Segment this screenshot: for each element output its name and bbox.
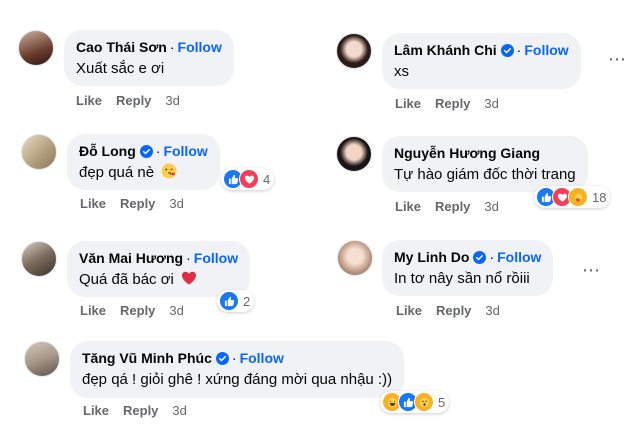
- like-button[interactable]: Like: [76, 93, 102, 108]
- avatar[interactable]: [24, 341, 60, 377]
- reply-button[interactable]: Reply: [436, 303, 471, 318]
- timestamp[interactable]: 3d: [169, 303, 183, 318]
- reply-button[interactable]: Reply: [123, 403, 158, 418]
- comment-actions: Like Reply 3d: [396, 303, 500, 318]
- comment-actions: Like Reply 3d: [83, 403, 187, 418]
- comment-bubble: Văn Mai Hương · Follow Quá đã bác ơi: [67, 241, 251, 297]
- follow-button[interactable]: Follow: [163, 142, 207, 160]
- comment-bubble: Đỗ Long · Follow đẹp quá nè: [67, 134, 220, 190]
- follow-button[interactable]: Follow: [194, 249, 238, 267]
- separator-dot: ·: [231, 350, 237, 366]
- comment-text: Xuất sắc e ơi: [76, 60, 165, 77]
- timestamp[interactable]: 3d: [165, 93, 179, 108]
- comment-actions: Like Reply 3d: [80, 303, 184, 318]
- follow-button[interactable]: Follow: [178, 38, 222, 56]
- comment-bubble: Cao Thái Sơn · Follow Xuất sắc e ơi: [64, 30, 234, 86]
- reaction-count: 2: [243, 293, 251, 309]
- wow-reaction-icon: [414, 392, 434, 412]
- avatar[interactable]: [21, 241, 57, 277]
- timestamp[interactable]: 3d: [484, 96, 498, 111]
- comment-actions: Like Reply 3d: [395, 199, 499, 214]
- reply-button[interactable]: Reply: [120, 303, 155, 318]
- separator-dot: ·: [155, 143, 161, 159]
- reaction-summary[interactable]: 5: [380, 391, 450, 413]
- face-blowing-kiss-icon: [161, 163, 177, 179]
- comment-text: Quá đã bác ơi: [79, 270, 238, 290]
- avatar[interactable]: [21, 134, 57, 170]
- commenter-name[interactable]: Đỗ Long: [79, 142, 136, 160]
- timestamp[interactable]: 3d: [169, 196, 183, 211]
- verified-badge-icon: [140, 145, 153, 158]
- commenter-name[interactable]: Nguyễn Hương Giang: [394, 144, 540, 162]
- like-button[interactable]: Like: [396, 303, 422, 318]
- care-reaction-icon: [568, 187, 588, 207]
- reaction-count: 4: [263, 171, 271, 187]
- commenter-name[interactable]: Cao Thái Sơn: [76, 38, 167, 56]
- comment-bubble: Lâm Khánh Chi · Follow xs: [382, 33, 581, 89]
- comment-text: đẹp qá ! giỏi ghê ! xứng đáng mời qua nh…: [82, 371, 393, 388]
- verified-badge-icon: [473, 251, 486, 264]
- comment-bubble: My Linh Do · Follow In tơ nây sần nổ rồi…: [382, 240, 554, 296]
- reaction-summary[interactable]: 4: [221, 168, 275, 190]
- red-heart-icon: [182, 271, 197, 285]
- more-options-icon[interactable]: ⋯: [582, 260, 601, 281]
- like-button[interactable]: Like: [80, 303, 106, 318]
- separator-dot: ·: [516, 42, 522, 58]
- reaction-count: 5: [438, 394, 446, 410]
- comment-text: In tơ nây sần nổ rồiii: [394, 270, 530, 287]
- like-button[interactable]: Like: [83, 403, 109, 418]
- avatar[interactable]: [337, 240, 373, 276]
- follow-button[interactable]: Follow: [524, 41, 568, 59]
- like-button[interactable]: Like: [395, 199, 421, 214]
- timestamp[interactable]: 3d: [172, 403, 186, 418]
- commenter-name[interactable]: My Linh Do: [394, 248, 469, 266]
- avatar[interactable]: [336, 33, 372, 69]
- verified-badge-icon: [501, 44, 514, 57]
- timestamp[interactable]: 3d: [484, 199, 498, 214]
- like-button[interactable]: Like: [395, 96, 421, 111]
- timestamp[interactable]: 3d: [485, 303, 499, 318]
- commenter-name[interactable]: Văn Mai Hương: [79, 249, 183, 267]
- reaction-summary[interactable]: 18: [534, 186, 611, 208]
- like-reaction-icon: [219, 291, 239, 311]
- comment-actions: Like Reply 3d: [395, 96, 499, 111]
- separator-dot: ·: [186, 250, 191, 266]
- avatar[interactable]: [336, 136, 372, 172]
- comment-bubble: Nguyễn Hương Giang Tự hào giám đốc thời …: [382, 136, 588, 192]
- commenter-name[interactable]: Tăng Vũ Minh Phúc: [82, 349, 212, 367]
- comment-bubble: Tăng Vũ Minh Phúc · Follow đẹp qá ! giỏi…: [70, 341, 405, 398]
- love-reaction-icon: [239, 169, 259, 189]
- follow-button[interactable]: Follow: [240, 349, 284, 367]
- comment-text: đẹp quá nè: [79, 163, 208, 183]
- comment-text: Tự hào giám đốc thời trang: [394, 166, 576, 183]
- comment-text: xs: [394, 63, 409, 80]
- verified-badge-icon: [216, 352, 229, 365]
- comment-actions: Like Reply 3d: [80, 196, 184, 211]
- follow-button[interactable]: Follow: [497, 248, 541, 266]
- reply-button[interactable]: Reply: [116, 93, 151, 108]
- more-options-icon[interactable]: ⋯: [608, 49, 627, 70]
- commenter-name[interactable]: Lâm Khánh Chi: [394, 41, 497, 59]
- like-button[interactable]: Like: [80, 196, 106, 211]
- reply-button[interactable]: Reply: [120, 196, 155, 211]
- reaction-summary[interactable]: 2: [217, 290, 255, 312]
- comment-actions: Like Reply 3d: [76, 93, 180, 108]
- reply-button[interactable]: Reply: [435, 199, 470, 214]
- separator-dot: ·: [489, 249, 495, 265]
- avatar[interactable]: [18, 30, 54, 66]
- reaction-count: 18: [592, 189, 607, 205]
- separator-dot: ·: [169, 39, 175, 55]
- reply-button[interactable]: Reply: [435, 96, 470, 111]
